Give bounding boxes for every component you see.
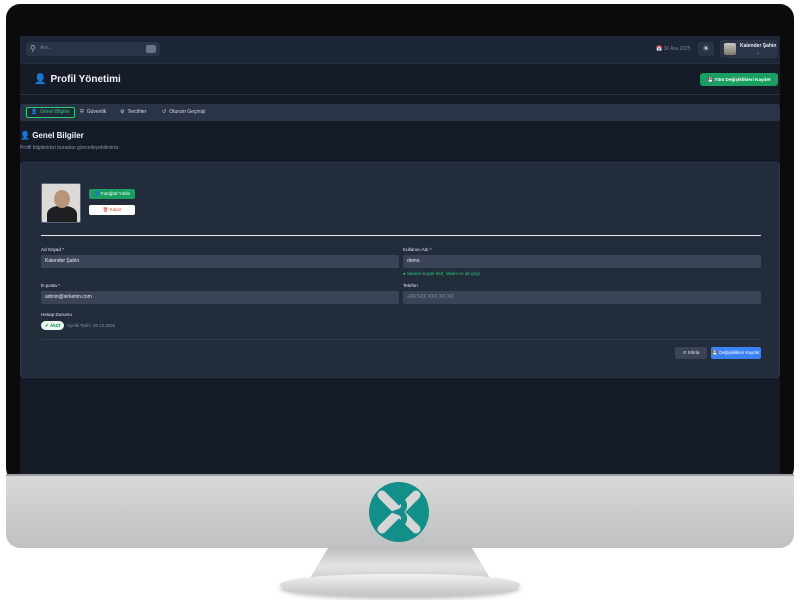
name-label: Ad Soyad * <box>41 247 64 252</box>
monitor-stand <box>280 574 520 596</box>
save-button[interactable]: 💾 Değişiklikleri Kaydet <box>711 347 761 359</box>
save-all-button[interactable]: 💾 Tüm Değişiklikleri Kaydet <box>700 73 778 86</box>
save-icon: 💾 <box>712 350 719 355</box>
header-divider <box>20 94 780 95</box>
upload-photo-button[interactable]: 👤 Fotoğraf Yükle <box>89 189 135 199</box>
chin-divider <box>6 474 794 476</box>
user-icon: 👤 <box>93 191 100 196</box>
brand-logo-icon <box>369 482 429 542</box>
user-icon: 👤 <box>20 131 33 140</box>
profile-photo <box>41 183 81 223</box>
photo-head <box>54 190 70 208</box>
phone-field[interactable]: +90 5XX XXX XX XX <box>403 291 761 304</box>
tab-general[interactable]: 👤 Genel Bilgiler <box>26 107 75 118</box>
shield-icon: ⛨ <box>80 109 84 115</box>
user-icon: 👤 <box>31 109 38 115</box>
trash-icon: 🗑 <box>102 207 109 212</box>
tab-preferences[interactable]: ⚙ Tercihler <box>116 107 150 118</box>
gear-icon: ⚙ <box>120 109 125 115</box>
screen: ⚲ Ara... 📅 30 Ara 2025 ☀ Kalender Şahin … <box>20 36 780 474</box>
username-hint: ● Sadece küçük harf, rakam ve alt çizgi <box>403 271 480 276</box>
username-field[interactable]: demo <box>403 255 761 268</box>
photo-body <box>47 206 77 222</box>
profile-card: 👤 Fotoğraf Yükle 🗑 Kaldır Ad Soyad * Kal… <box>20 162 780 378</box>
remove-photo-button[interactable]: 🗑 Kaldır <box>89 205 135 215</box>
username-label: Kullanıcı Adı * <box>403 247 432 252</box>
check-icon: ✔ <box>45 323 49 328</box>
check-circle-icon: ● <box>403 271 406 276</box>
tab-session-history[interactable]: ↺ Oturum Geçmişi <box>158 107 209 118</box>
reset-button[interactable]: ↺ Sıfırla <box>675 347 707 359</box>
section-title: 👤 Genel Bilgiler <box>20 131 84 140</box>
undo-icon: ↺ <box>682 350 687 355</box>
section-subtitle: Profil bilgilerinizi buradan güncelleyeb… <box>20 145 121 151</box>
tab-bar: 👤 Genel Bilgiler ⛨ Güvenlik ⚙ Tercihler ↺ Ot… <box>20 104 780 121</box>
phone-label: Telefon <box>403 283 418 288</box>
user-icon: 👤 <box>34 74 47 85</box>
email-field[interactable]: admin@sirketim.com <box>41 291 399 304</box>
tab-security[interactable]: ⛨ Güvenlik <box>76 107 110 118</box>
status-badge: ✔ Aktif <box>41 321 65 330</box>
actions-divider <box>41 339 761 340</box>
email-label: E-posta * <box>41 283 60 288</box>
history-icon: ↺ <box>162 109 167 115</box>
account-status-label: Hesap Durumu <box>41 312 72 317</box>
member-since: Üyelik Tarihi: 30.12.2025 <box>67 323 115 328</box>
page-title: 👤 Profil Yönetimi <box>34 74 121 85</box>
photo-divider <box>41 235 761 236</box>
name-field[interactable]: Kalender Şahin <box>41 255 399 268</box>
